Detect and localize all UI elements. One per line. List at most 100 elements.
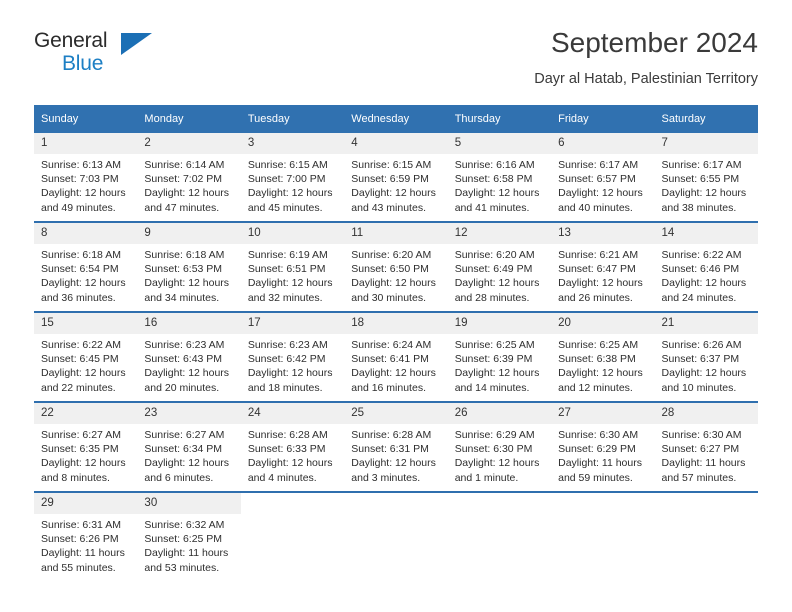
- empty-day-cell: [654, 491, 758, 581]
- day-cell[interactable]: 26 Sunrise: 6:29 AM Sunset: 6:30 PM Dayl…: [447, 401, 552, 492]
- daylight-text-line1: Daylight: 12 hours: [41, 187, 126, 200]
- day-cell[interactable]: 3 Sunrise: 6:15 AM Sunset: 7:00 PM Dayli…: [240, 133, 345, 222]
- day-cell[interactable]: 5 Sunrise: 6:16 AM Sunset: 6:58 PM Dayli…: [447, 133, 552, 222]
- day-info: Sunrise: 6:17 AM Sunset: 6:57 PM Dayligh…: [551, 154, 654, 215]
- column-header-tuesday: Tuesday: [240, 105, 345, 133]
- calendar-week-row: 29 Sunrise: 6:31 AM Sunset: 6:26 PM Dayl…: [34, 491, 758, 581]
- day-cell[interactable]: 14 Sunrise: 6:22 AM Sunset: 6:46 PM Dayl…: [654, 221, 758, 312]
- day-info: Sunrise: 6:15 AM Sunset: 6:59 PM Dayligh…: [344, 154, 447, 215]
- day-cell[interactable]: 29 Sunrise: 6:31 AM Sunset: 6:26 PM Dayl…: [34, 491, 138, 581]
- daylight-text-line1: Daylight: 12 hours: [351, 367, 436, 380]
- sunrise-text: Sunrise: 6:31 AM: [41, 519, 121, 531]
- daylight-text-line2: and 43 minutes.: [351, 201, 426, 214]
- daylight-text-line1: Daylight: 12 hours: [454, 367, 540, 380]
- daylight-text-line2: and 57 minutes.: [661, 471, 737, 484]
- sunset-text: Sunset: 6:26 PM: [41, 533, 119, 546]
- day-number: 9: [137, 223, 241, 244]
- daylight-text-line1: Daylight: 12 hours: [41, 277, 126, 290]
- day-cell[interactable]: 15 Sunrise: 6:22 AM Sunset: 6:45 PM Dayl…: [34, 311, 138, 402]
- day-cell[interactable]: 19 Sunrise: 6:25 AM Sunset: 6:39 PM Dayl…: [447, 311, 552, 402]
- sunset-text: Sunset: 6:25 PM: [144, 533, 223, 546]
- calendar-week-row: 22 Sunrise: 6:27 AM Sunset: 6:35 PM Dayl…: [34, 401, 758, 492]
- sunset-text: Sunset: 6:59 PM: [351, 173, 429, 186]
- daylight-text-line2: and 59 minutes.: [558, 471, 633, 484]
- page-header: General Blue September 2024 Dayr al Hata…: [34, 26, 758, 98]
- day-cell[interactable]: 10 Sunrise: 6:19 AM Sunset: 6:51 PM Dayl…: [240, 221, 345, 312]
- day-cell[interactable]: 25 Sunrise: 6:28 AM Sunset: 6:31 PM Dayl…: [344, 401, 448, 492]
- logo-text-blue: Blue: [62, 52, 104, 75]
- day-cell[interactable]: 24 Sunrise: 6:28 AM Sunset: 6:33 PM Dayl…: [240, 401, 345, 492]
- sunset-text: Sunset: 6:37 PM: [661, 353, 740, 366]
- day-cell[interactable]: 18 Sunrise: 6:24 AM Sunset: 6:41 PM Dayl…: [344, 311, 448, 402]
- day-number: 16: [137, 313, 241, 334]
- day-cell[interactable]: 30 Sunrise: 6:32 AM Sunset: 6:25 PM Dayl…: [137, 491, 241, 581]
- day-cell[interactable]: 16 Sunrise: 6:23 AM Sunset: 6:43 PM Dayl…: [137, 311, 241, 402]
- sunset-text: Sunset: 6:35 PM: [41, 443, 119, 456]
- sunset-text: Sunset: 6:47 PM: [558, 263, 636, 276]
- daylight-text-line1: Daylight: 12 hours: [661, 277, 747, 290]
- daylight-text-line1: Daylight: 12 hours: [454, 187, 540, 200]
- day-cell[interactable]: 21 Sunrise: 6:26 AM Sunset: 6:37 PM Dayl…: [654, 311, 758, 402]
- day-number: 23: [137, 403, 241, 424]
- sunset-text: Sunset: 6:34 PM: [144, 443, 223, 456]
- day-info: Sunrise: 6:22 AM Sunset: 6:46 PM Dayligh…: [655, 244, 758, 305]
- daylight-text-line2: and 45 minutes.: [247, 201, 323, 214]
- sunset-text: Sunset: 6:33 PM: [247, 443, 326, 456]
- day-cell[interactable]: 12 Sunrise: 6:20 AM Sunset: 6:49 PM Dayl…: [447, 221, 552, 312]
- day-cell[interactable]: 27 Sunrise: 6:30 AM Sunset: 6:29 PM Dayl…: [551, 401, 655, 492]
- daylight-text-line2: and 53 minutes.: [144, 561, 220, 574]
- daylight-text-line1: Daylight: 12 hours: [661, 367, 747, 380]
- day-cell[interactable]: 28 Sunrise: 6:30 AM Sunset: 6:27 PM Dayl…: [654, 401, 758, 492]
- calendar-table: Sunday Monday Tuesday Wednesday Thursday…: [34, 105, 758, 581]
- day-cell[interactable]: 2 Sunrise: 6:14 AM Sunset: 7:02 PM Dayli…: [137, 133, 241, 222]
- daylight-text-line1: Daylight: 12 hours: [41, 457, 126, 470]
- day-number: 2: [137, 133, 241, 154]
- daylight-text-line2: and 34 minutes.: [144, 291, 220, 304]
- column-header-thursday: Thursday: [447, 105, 552, 133]
- daylight-text-line1: Daylight: 12 hours: [454, 457, 540, 470]
- daylight-text-line2: and 6 minutes.: [144, 471, 214, 484]
- sunrise-text: Sunrise: 6:18 AM: [144, 249, 225, 261]
- daylight-text-line1: Daylight: 11 hours: [41, 547, 125, 560]
- day-number: 8: [34, 223, 138, 244]
- day-cell[interactable]: 7 Sunrise: 6:17 AM Sunset: 6:55 PM Dayli…: [654, 133, 758, 222]
- day-cell[interactable]: 9 Sunrise: 6:18 AM Sunset: 6:53 PM Dayli…: [137, 221, 241, 312]
- day-cell[interactable]: 11 Sunrise: 6:20 AM Sunset: 6:50 PM Dayl…: [344, 221, 448, 312]
- day-number: 30: [137, 493, 241, 514]
- day-cell[interactable]: 6 Sunrise: 6:17 AM Sunset: 6:57 PM Dayli…: [551, 133, 655, 222]
- triangle-icon: [121, 33, 152, 55]
- day-cell[interactable]: 17 Sunrise: 6:23 AM Sunset: 6:42 PM Dayl…: [240, 311, 345, 402]
- day-number: 14: [654, 223, 758, 244]
- sunrise-text: Sunrise: 6:20 AM: [351, 249, 432, 261]
- day-cell[interactable]: 4 Sunrise: 6:15 AM Sunset: 6:59 PM Dayli…: [344, 133, 448, 222]
- day-number: 17: [240, 313, 345, 334]
- day-info: Sunrise: 6:23 AM Sunset: 6:43 PM Dayligh…: [137, 334, 240, 395]
- day-cell[interactable]: 22 Sunrise: 6:27 AM Sunset: 6:35 PM Dayl…: [34, 401, 138, 492]
- daylight-text-line1: Daylight: 12 hours: [351, 187, 436, 200]
- day-cell[interactable]: 1 Sunrise: 6:13 AM Sunset: 7:03 PM Dayli…: [34, 133, 138, 222]
- daylight-text-line2: and 38 minutes.: [661, 201, 737, 214]
- sunset-text: Sunset: 6:51 PM: [247, 263, 326, 276]
- daylight-text-line2: and 1 minute.: [454, 471, 519, 484]
- day-cell[interactable]: 13 Sunrise: 6:21 AM Sunset: 6:47 PM Dayl…: [551, 221, 655, 312]
- sunrise-text: Sunrise: 6:27 AM: [144, 429, 225, 441]
- page-subtitle: Dayr al Hatab, Palestinian Territory: [534, 71, 758, 87]
- day-number: 6: [551, 133, 655, 154]
- daylight-text-line2: and 14 minutes.: [454, 381, 530, 394]
- day-number: 18: [344, 313, 448, 334]
- day-cell[interactable]: 8 Sunrise: 6:18 AM Sunset: 6:54 PM Dayli…: [34, 221, 138, 312]
- sunset-text: Sunset: 6:30 PM: [454, 443, 533, 456]
- daylight-text-line2: and 24 minutes.: [661, 291, 737, 304]
- daylight-text-line1: Daylight: 12 hours: [558, 367, 643, 380]
- daylight-text-line2: and 55 minutes.: [41, 561, 116, 574]
- general-blue-logo[interactable]: General Blue: [34, 30, 154, 86]
- sunset-text: Sunset: 6:29 PM: [558, 443, 636, 456]
- day-cell[interactable]: 20 Sunrise: 6:25 AM Sunset: 6:38 PM Dayl…: [551, 311, 655, 402]
- sunrise-text: Sunrise: 6:26 AM: [661, 339, 742, 351]
- sunrise-text: Sunrise: 6:22 AM: [41, 339, 121, 351]
- sunrise-text: Sunrise: 6:30 AM: [661, 429, 742, 441]
- calendar-page: General Blue September 2024 Dayr al Hata…: [0, 0, 792, 612]
- day-cell[interactable]: 23 Sunrise: 6:27 AM Sunset: 6:34 PM Dayl…: [137, 401, 241, 492]
- sunset-text: Sunset: 7:03 PM: [41, 173, 119, 186]
- daylight-text-line2: and 32 minutes.: [247, 291, 323, 304]
